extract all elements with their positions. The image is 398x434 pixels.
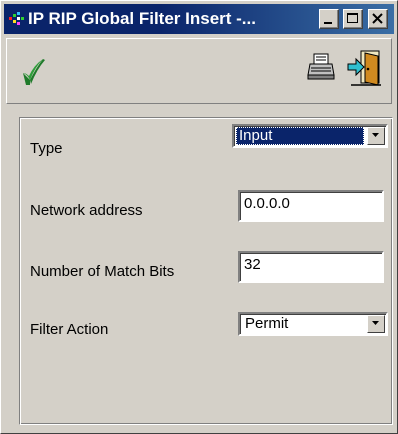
filter-action-dropdown-button[interactable] (367, 315, 385, 333)
close-button[interactable] (368, 9, 388, 29)
type-dropdown[interactable]: Input (232, 124, 388, 148)
match-bits-label: Number of Match Bits (30, 263, 175, 280)
filter-action-label: Filter Action (30, 321, 109, 338)
chevron-down-icon (372, 321, 379, 325)
maximize-icon (347, 13, 358, 23)
checkmark-icon[interactable] (13, 47, 57, 93)
minimize-button[interactable] (319, 9, 339, 29)
close-icon (372, 13, 383, 24)
network-address-label: Network address (30, 202, 143, 219)
chevron-down-icon (372, 133, 379, 137)
match-bits-field[interactable]: 32 (238, 251, 384, 283)
type-label: Type (30, 140, 63, 157)
minimize-icon (324, 22, 332, 24)
type-dropdown-button[interactable] (367, 127, 385, 145)
network-address-field[interactable]: 0.0.0.0 (238, 190, 384, 222)
toolbar (6, 38, 392, 104)
maximize-button[interactable] (343, 9, 363, 29)
type-value: Input (236, 127, 364, 145)
filter-action-value: Permit (245, 315, 289, 332)
window-title: IP RIP Global Filter Insert -... (28, 9, 256, 28)
printer-icon[interactable] (305, 51, 337, 83)
title-bar[interactable]: IP RIP Global Filter Insert -... (4, 4, 394, 34)
filter-action-dropdown[interactable]: Permit (238, 312, 388, 336)
filter-form-panel: Type Input Network address 0.0.0.0 Numbe… (19, 117, 393, 425)
network-app-icon (9, 12, 24, 25)
filter-insert-window: IP RIP Global Filter Insert -... Type In… (0, 0, 398, 434)
exit-door-icon[interactable] (345, 47, 385, 87)
